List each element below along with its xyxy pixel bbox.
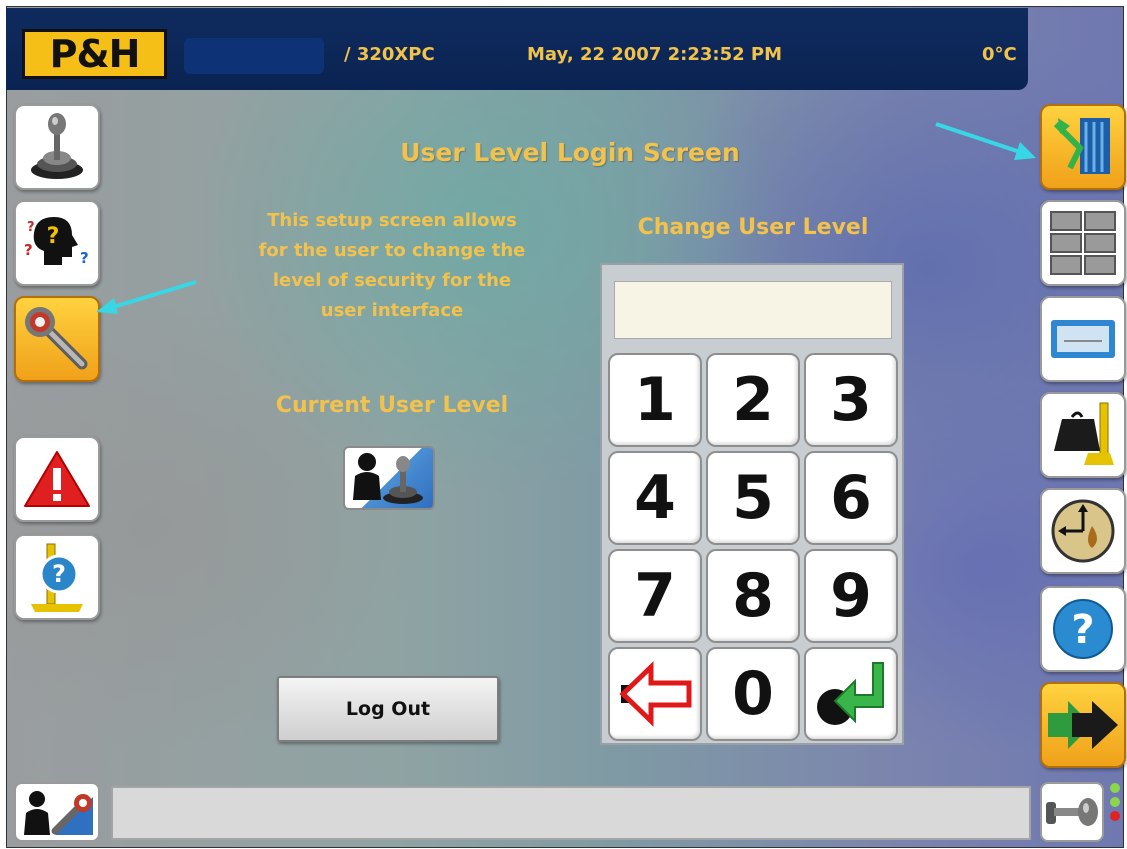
description-line: user interface <box>320 300 464 321</box>
current-user-level-icon <box>343 446 435 510</box>
status-light-green <box>1110 797 1120 807</box>
crane-operation-button[interactable] <box>1040 104 1126 190</box>
wrench-icon <box>25 307 88 370</box>
back-arrow-icon <box>619 661 692 727</box>
status-message-bar <box>111 786 1031 840</box>
pin-display-field[interactable] <box>614 281 892 339</box>
operator-mode-button[interactable] <box>14 782 100 842</box>
svg-text:?: ? <box>47 224 60 249</box>
svg-text:?: ? <box>27 220 35 235</box>
side-joystick-icon <box>1046 798 1098 826</box>
key-4[interactable]: 4 <box>608 451 702 545</box>
status-lights <box>1108 780 1122 842</box>
key-6[interactable]: 6 <box>804 451 898 545</box>
operator-joystick-icon <box>353 453 423 504</box>
header-field <box>184 38 324 74</box>
keypad: 1 2 3 4 5 6 7 8 9 0 <box>600 263 904 745</box>
help-button[interactable]: ? <box>1040 586 1126 672</box>
key-1[interactable]: 1 <box>608 353 702 447</box>
grid-view-button[interactable] <box>1040 200 1126 286</box>
key-8[interactable]: 8 <box>706 549 800 643</box>
next-arrow-icon <box>1048 701 1118 749</box>
tilt-gauge-button[interactable] <box>1040 488 1126 574</box>
joystick-icon <box>31 113 83 179</box>
display-panel-button[interactable] <box>1040 296 1126 382</box>
display-panel-icon <box>1051 320 1115 358</box>
description-line: level of security for the <box>272 270 512 291</box>
change-user-level-label: Change User Level <box>637 215 869 240</box>
status-light-green <box>1110 783 1120 793</box>
help-mind-icon: ? ? ? ? <box>24 217 89 267</box>
header-temperature: 0°C <box>982 44 1017 65</box>
current-user-level-label: Current User Level <box>275 393 509 418</box>
enter-key[interactable] <box>804 647 898 741</box>
key-0[interactable]: 0 <box>706 647 800 741</box>
ph-logo: P&H <box>22 29 167 79</box>
svg-text:?: ? <box>1071 607 1094 653</box>
grid-view-icon <box>1050 211 1116 275</box>
joystick-status-button[interactable] <box>1040 782 1104 842</box>
help-icon: ? <box>1053 599 1113 659</box>
logo-text: P&H <box>49 32 141 76</box>
description-line: This setup screen allows <box>267 210 517 231</box>
alarm-button[interactable] <box>14 436 100 522</box>
backspace-key[interactable] <box>608 647 702 741</box>
crane-operation-icon <box>1053 118 1110 174</box>
load-weight-icon <box>1054 402 1114 465</box>
tilt-gauge-icon <box>1051 499 1115 563</box>
status-light-red <box>1110 811 1120 821</box>
settings-button[interactable] <box>14 296 100 382</box>
svg-text:?: ? <box>80 249 89 267</box>
help-mind-button[interactable]: ? ? ? ? <box>14 200 100 286</box>
screen-description: This setup screen allows for the user to… <box>232 206 552 326</box>
operator-wrench-icon <box>24 791 93 835</box>
page-title: User Level Login Screen <box>400 138 740 167</box>
key-7[interactable]: 7 <box>608 549 702 643</box>
key-3[interactable]: 3 <box>804 353 898 447</box>
annotation-arrow-right <box>935 122 1036 160</box>
annotation-arrow-left <box>96 280 197 314</box>
header-bar: P&H / 320XPC May, 22 2007 2:23:52 PM 0°C <box>6 8 1028 90</box>
description-line: for the user to change the <box>258 240 526 261</box>
svg-text:?: ? <box>52 560 66 588</box>
alarm-icon <box>24 451 90 507</box>
header-datetime: May, 22 2007 2:23:52 PM <box>527 44 783 65</box>
machine-model: / 320XPC <box>344 44 435 65</box>
enter-icon <box>817 662 884 725</box>
svg-text:?: ? <box>24 241 33 259</box>
key-5[interactable]: 5 <box>706 451 800 545</box>
ruler-help-button[interactable]: ? <box>14 534 100 620</box>
load-weight-button[interactable] <box>1040 392 1126 478</box>
key-2[interactable]: 2 <box>706 353 800 447</box>
next-button[interactable] <box>1040 682 1126 768</box>
logout-button[interactable]: Log Out <box>277 676 499 742</box>
joystick-button[interactable] <box>14 104 100 190</box>
key-9[interactable]: 9 <box>804 549 898 643</box>
ruler-help-icon: ? <box>31 543 83 612</box>
